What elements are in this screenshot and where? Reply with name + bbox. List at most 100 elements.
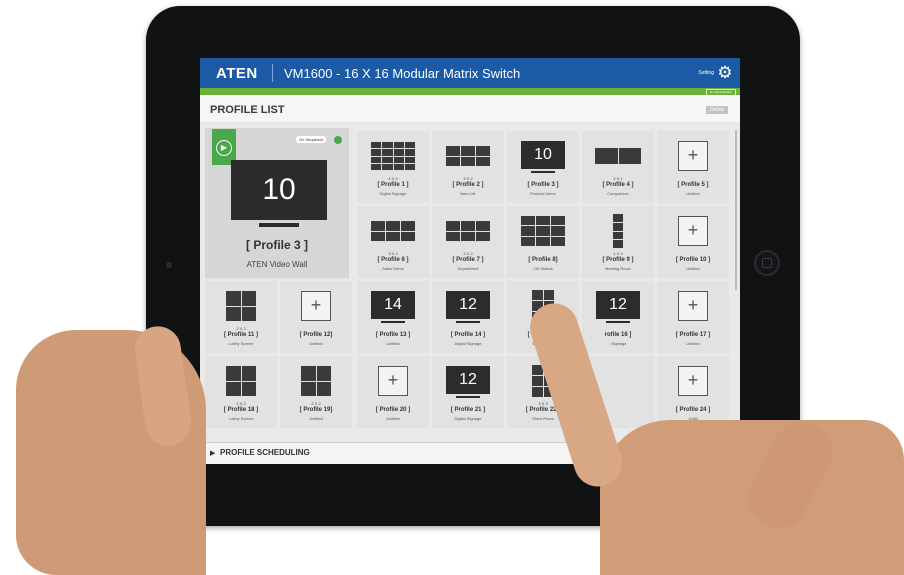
- grid-cell: [521, 226, 535, 236]
- profile-tile[interactable]: 3 X 2[ Profile 6 ] Sales Demo: [357, 206, 429, 278]
- profile-tile[interactable]: 3 X 2[ Profile 2 ] New Life: [432, 131, 504, 203]
- grid-cell: [404, 142, 415, 149]
- grid-cell: [476, 146, 490, 156]
- tile-name: [ Profile 8]: [528, 257, 558, 263]
- tile-subtitle: Untitled: [309, 416, 323, 421]
- tile-name: [ Profile 4 ]: [602, 182, 634, 188]
- profile-tile[interactable]: 12 rofile 16 ] l Signage: [582, 281, 654, 353]
- scheduling-label[interactable]: PROFILE SCHEDULING: [220, 448, 310, 457]
- grid-cell: [532, 376, 543, 386]
- monitor-icon: 12: [446, 291, 490, 319]
- grid-cell: [316, 381, 331, 396]
- tile-subtitle: New Life: [460, 191, 476, 196]
- profile-tile[interactable]: 12 [ Profile 14 ] Digital Signage: [432, 281, 504, 353]
- profile-tile[interactable]: 14 [ Profile 13 ] Untitled: [357, 281, 429, 353]
- profile-tile[interactable]: + [ Profile 17 ] Untitled: [657, 281, 729, 353]
- plus-icon[interactable]: +: [678, 366, 708, 396]
- plus-icon[interactable]: +: [378, 366, 408, 396]
- grid-cell: [543, 290, 554, 300]
- grid-cell: [241, 306, 256, 321]
- tile-subtitle: Untitled: [386, 341, 400, 346]
- grid-cell: [461, 231, 475, 241]
- tile-subtitle: Lobby Screen: [228, 416, 254, 421]
- grid-cell: [401, 221, 415, 231]
- featured-subtitle: ATEN Video Wall: [246, 260, 308, 269]
- grid-cell: [618, 148, 641, 164]
- tile-name: [ Profile 17 ]: [675, 332, 711, 338]
- grid-cell: [382, 163, 393, 170]
- layout-grid-icon: [595, 148, 641, 164]
- grid-cell: [393, 149, 404, 156]
- tile-size: 2 X 1: [613, 176, 623, 181]
- grid-cell: [241, 366, 256, 381]
- profile-tile[interactable]: 2 X 2[ Profile 11 ] Lobby Screen: [205, 281, 277, 353]
- grid-cell: [532, 387, 543, 397]
- grid-cell: [613, 222, 623, 231]
- play-circle-icon[interactable]: ▶: [216, 140, 232, 156]
- profile-tile[interactable]: + [ Profile 12] Untitled: [280, 281, 352, 353]
- plus-icon[interactable]: +: [678, 291, 708, 321]
- grid-cell: [371, 149, 382, 156]
- delete-button[interactable]: Delete: [706, 106, 729, 114]
- tile-subtitle: CM Videos: [533, 266, 553, 271]
- featured-monitor-stand: [259, 223, 299, 227]
- layout-grid-icon: [371, 221, 415, 241]
- profile-tile[interactable]: 2 X 1[ Profile 4 ] Comparison: [582, 131, 654, 203]
- plus-icon[interactable]: +: [678, 216, 708, 246]
- monitor-stand: [381, 321, 405, 323]
- monitor-stand: [456, 396, 480, 398]
- grid-cell: [382, 156, 393, 163]
- grid-cell: [301, 381, 316, 396]
- grid-cell: [446, 156, 460, 166]
- profile-tile[interactable]: + [ Profile 5 ] Untitled: [657, 131, 729, 203]
- grid-cell: [521, 236, 535, 246]
- profile-tile[interactable]: 10 [ Profile 3 ] Product Demo: [507, 131, 579, 203]
- brand-logo: ATEN: [216, 65, 258, 82]
- grid-cell: [446, 221, 460, 231]
- profile-tile[interactable]: 1 X 4[ Profile 9 ] Meeting Room: [582, 206, 654, 278]
- layout-grid-icon: [226, 366, 256, 396]
- tile-size: 2 X 2: [311, 401, 321, 406]
- grid-cell: [393, 156, 404, 163]
- tile-name: [ Profile 19]: [299, 407, 333, 413]
- grid-cell: [613, 231, 623, 240]
- plus-icon[interactable]: +: [301, 291, 331, 321]
- profile-tile[interactable]: 3 X 2[ Profile 7 ] Department: [432, 206, 504, 278]
- profile-tile[interactable]: [ Profile 8] CM Videos: [507, 206, 579, 278]
- grid-cell: [532, 290, 543, 300]
- profile-tile[interactable]: 2 X 2[ Profile 18 ] Lobby Screen: [205, 356, 277, 428]
- grid-cell: [404, 163, 415, 170]
- tile-subtitle: Department: [457, 266, 479, 271]
- tile-subtitle: Untitled: [309, 341, 323, 346]
- gear-icon[interactable]: ⚙: [716, 64, 734, 82]
- grid-cell: [316, 366, 331, 381]
- home-button[interactable]: [754, 250, 780, 276]
- grid-cell: [226, 291, 241, 306]
- tile-size: 2 X 2: [236, 326, 246, 331]
- tile-name: [ Profile 7 ]: [452, 257, 484, 263]
- grid-cell: [301, 366, 316, 381]
- tile-size: 3 X 2: [388, 251, 398, 256]
- grid-cell: [461, 146, 475, 156]
- status-bar: [200, 88, 740, 95]
- setting-label[interactable]: Setting: [698, 70, 714, 76]
- profile-tile[interactable]: + [ Profile 10 ] Untitled: [657, 206, 729, 278]
- plus-icon[interactable]: +: [678, 141, 708, 171]
- on-sequence-toggle[interactable]: [334, 136, 342, 144]
- monitor-icon: 12: [446, 366, 490, 394]
- grid-cell: [386, 231, 400, 241]
- grid-cell: [371, 156, 382, 163]
- profile-tile[interactable]: + [ Profile 20 ] Untitled: [357, 356, 429, 428]
- grid-cell: [371, 142, 382, 149]
- tile-name: [ Profile 18 ]: [223, 407, 259, 413]
- scrollbar[interactable]: [735, 130, 737, 290]
- grid-cell: [461, 156, 475, 166]
- tile-size: 3 X 2: [463, 251, 473, 256]
- profile-tile[interactable]: +[ Profile 24 ] Untitl: [657, 356, 729, 428]
- profile-tile[interactable]: 12 [ Profile 21 ] Digital Signage: [432, 356, 504, 428]
- grid-cell: [404, 149, 415, 156]
- featured-monitor: 10: [231, 160, 327, 220]
- profile-tile[interactable]: 4 X 4[ Profile 1 ] Digital Signage: [357, 131, 429, 203]
- profile-tile[interactable]: 2 X 2[ Profile 19] Untitled: [280, 356, 352, 428]
- grid-cell: [536, 226, 550, 236]
